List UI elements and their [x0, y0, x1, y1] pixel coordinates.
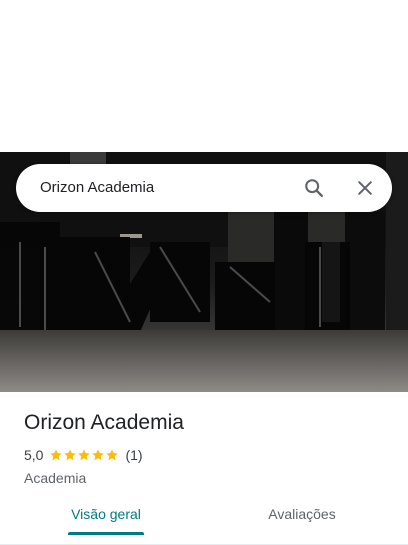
search-input[interactable]: Orizon Academia	[40, 164, 154, 212]
place-info: Orizon Academia 5,0 (1) Academia	[24, 410, 392, 486]
star-icon	[106, 449, 119, 461]
star-icon	[64, 449, 77, 461]
star-icon	[78, 449, 91, 461]
close-icon[interactable]	[349, 172, 381, 204]
review-count[interactable]: (1)	[125, 447, 142, 463]
star-rating	[49, 448, 119, 462]
tab-overview[interactable]: Visão geral	[68, 496, 144, 532]
active-tab-indicator	[68, 532, 144, 535]
place-category: Academia	[24, 470, 87, 486]
tab-bar: Visão geral Avaliações	[0, 496, 408, 545]
tab-reviews[interactable]: Avaliações	[260, 496, 344, 532]
star-icon	[50, 449, 63, 461]
star-icon	[92, 449, 105, 461]
place-title: Orizon Academia	[24, 411, 184, 434]
rating-row[interactable]: 5,0 (1)	[24, 446, 392, 464]
search-icon[interactable]	[298, 172, 330, 204]
rating-value: 5,0	[24, 447, 44, 463]
search-bar[interactable]: Orizon Academia	[16, 164, 392, 212]
